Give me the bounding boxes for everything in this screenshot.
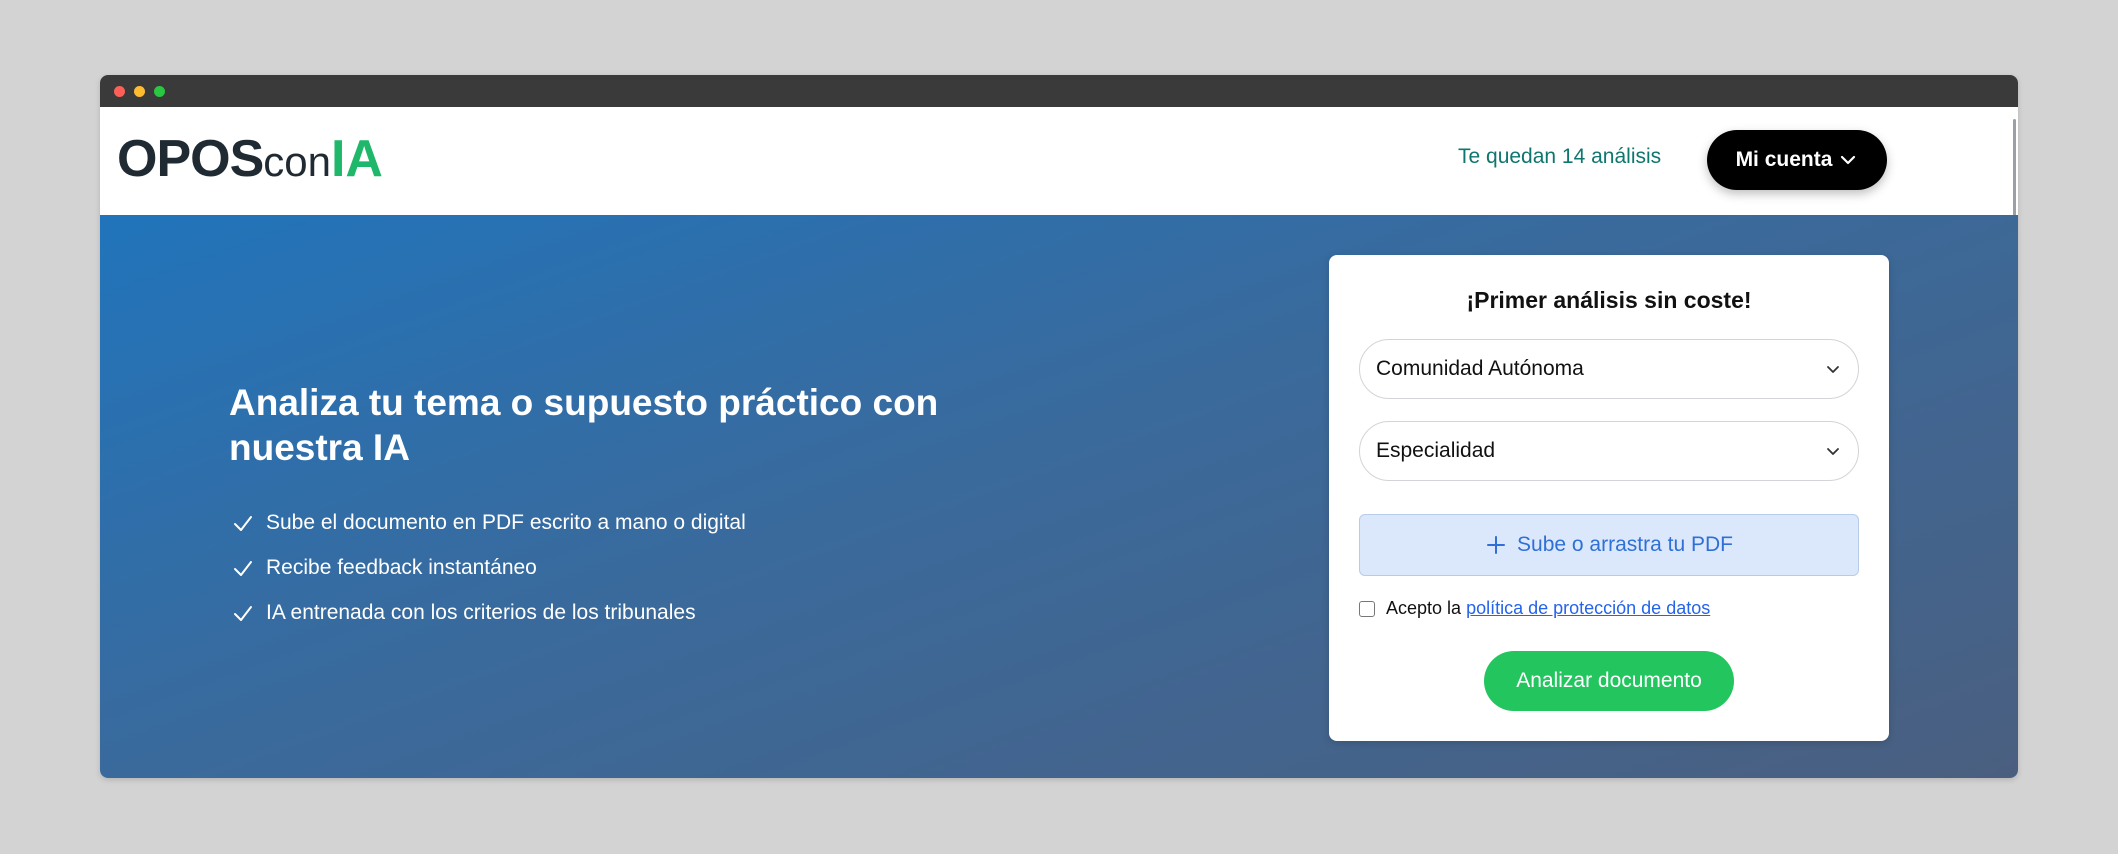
account-button-label: Mi cuenta xyxy=(1735,148,1833,171)
hero-title: Analiza tu tema o supuesto práctico con … xyxy=(229,382,939,468)
chevron-down-icon xyxy=(1827,448,1839,455)
privacy-policy-link[interactable]: política de protección de datos xyxy=(1466,598,1710,619)
consent-checkbox[interactable] xyxy=(1359,600,1375,617)
hero-section: Analiza tu tema o supuesto práctico con … xyxy=(100,215,2018,778)
minimize-window-button[interactable] xyxy=(134,86,145,97)
chevron-down-icon xyxy=(1841,155,1856,165)
analyze-document-button[interactable]: Analizar documento xyxy=(1484,651,1734,711)
maximize-window-button[interactable] xyxy=(154,86,165,97)
feature-item: Sube el documento en PDF escrito a mano … xyxy=(229,500,746,545)
close-window-button[interactable] xyxy=(114,86,125,97)
window-titlebar xyxy=(100,75,2018,107)
specialty-select[interactable]: Especialidad xyxy=(1359,421,1859,481)
specialty-select-value: Especialidad xyxy=(1376,439,1496,462)
browser-window: OPOS con IA Te quedan 14 análisis Mi cue… xyxy=(100,75,2018,778)
feature-text: Sube el documento en PDF escrito a mano … xyxy=(266,510,746,534)
consent-text: Acepto la xyxy=(1386,598,1462,618)
feature-text: IA entrenada con los criterios de los tr… xyxy=(266,600,696,624)
logo-part-ia: IA xyxy=(330,130,383,188)
feature-item: Recibe feedback instantáneo xyxy=(229,545,746,590)
pdf-upload-dropzone[interactable]: Sube o arrastra tu PDF xyxy=(1359,514,1859,576)
consent-row: Acepto la política de protección de dato… xyxy=(1359,598,1710,619)
chevron-down-icon xyxy=(1827,366,1839,373)
plus-icon xyxy=(1487,536,1506,554)
remaining-analyses-text: Te quedan 14 análisis xyxy=(1458,145,1662,168)
feature-item: IA entrenada con los criterios de los tr… xyxy=(229,590,746,635)
region-select-value: Comunidad Autónoma xyxy=(1376,357,1584,380)
region-select[interactable]: Comunidad Autónoma xyxy=(1359,339,1859,399)
analysis-form-card: ¡Primer análisis sin coste! Comunidad Au… xyxy=(1329,255,1889,741)
upload-label: Sube o arrastra tu PDF xyxy=(1517,533,1733,556)
check-icon xyxy=(234,605,252,621)
site-logo[interactable]: OPOS con IA xyxy=(117,129,383,189)
feature-list: Sube el documento en PDF escrito a mano … xyxy=(229,500,746,635)
logo-part-con: con xyxy=(263,138,331,185)
check-icon xyxy=(234,560,252,576)
check-icon xyxy=(234,515,252,531)
account-menu-button[interactable]: Mi cuenta xyxy=(1707,130,1887,190)
feature-text: Recibe feedback instantáneo xyxy=(266,555,537,579)
logo-part-opos: OPOS xyxy=(117,130,264,188)
site-header: OPOS con IA Te quedan 14 análisis Mi cue… xyxy=(100,107,2018,215)
card-title: ¡Primer análisis sin coste! xyxy=(1466,287,1752,313)
